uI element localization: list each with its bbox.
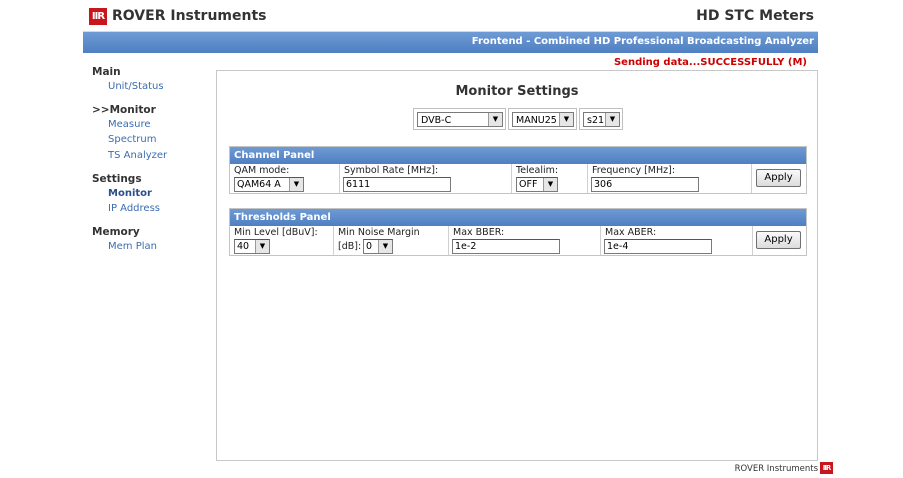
chevron-down-icon: ▼ [289,178,303,191]
max-bber-cell: Max BBER: 1e-2 [449,226,601,255]
channel-panel: Channel Panel QAM mode: QAM64 A ▼ Symbol… [229,146,807,194]
symbol-rate-label: Symbol Rate [MHz]: [344,165,439,176]
standard-select[interactable]: DVB-C ▼ [417,112,503,127]
top-header: IIR ROVER Instruments HD STC Meters [83,4,818,32]
chevron-down-icon: ▼ [605,113,619,126]
sidebar-item-spectrum[interactable]: Spectrum [108,134,156,145]
max-aber-label: Max ABER: [605,227,657,238]
memory-select[interactable]: MANU25 ▼ [512,112,574,127]
noise-margin-select[interactable]: 0 ▼ [363,239,393,254]
channel-panel-title: Channel Panel [230,147,806,164]
memory-select-box: MANU25 ▼ [508,108,577,130]
sidebar-item-ts-analyzer[interactable]: TS Analyzer [108,150,167,161]
brand-name: ROVER Instruments [112,8,267,24]
chevron-down-icon: ▼ [255,240,269,253]
min-level-label: Min Level [dBuV]: [234,227,318,238]
qam-label: QAM mode: [234,165,290,176]
footer-logo-icon: IIR [820,462,833,474]
frequency-input[interactable]: 306 [591,177,699,192]
rover-logo-icon: IIR [89,8,107,25]
app-window: IIR ROVER Instruments HD STC Meters Fron… [83,4,818,461]
chevron-down-icon: ▼ [559,113,573,126]
frequency-cell: Frequency [MHz]: 306 [588,164,752,193]
thresholds-panel: Thresholds Panel Min Level [dBuV]: 40 ▼ … [229,208,807,256]
footer-brand: ROVER Instruments [734,464,818,474]
noise-margin-label: Min Noise Margin [338,227,420,238]
product-name: HD STC Meters [696,8,814,24]
standard-select-value: DVB-C [421,115,452,126]
subtitle-bar: Frontend - Combined HD Professional Broa… [83,32,818,53]
sidebar-item-ip-address[interactable]: IP Address [108,203,160,214]
thresholds-panel-title: Thresholds Panel [230,209,806,226]
standard-select-box: DVB-C ▼ [413,108,506,130]
sidebar-item-measure[interactable]: Measure [108,119,151,130]
main-content: Monitor Settings DVB-C ▼ MANU25 ▼ s21 ▼ … [216,70,818,461]
min-level-select-value: 40 [237,241,250,252]
noise-margin-unit: [dB]: [338,241,362,252]
chevron-down-icon: ▼ [488,113,502,126]
min-level-select[interactable]: 40 ▼ [234,239,270,254]
chevron-down-icon: ▼ [543,178,557,191]
symbol-rate-cell: Symbol Rate [MHz]: 6111 [340,164,512,193]
sidebar-section-monitor[interactable]: >>Monitor [92,104,156,116]
telealim-label: Telealim: [516,165,559,176]
telealim-cell: Telealim: OFF ▼ [512,164,588,193]
status-message: Sending data...SUCCESSFULLY (M) [613,57,807,68]
sidebar-section-memory: Memory [92,226,140,238]
chevron-down-icon: ▼ [378,240,392,253]
qam-select-value: QAM64 A [237,179,281,190]
memory-select-value: MANU25 [516,115,557,126]
sidebar-item-mem-plan[interactable]: Mem Plan [108,241,157,252]
qam-select[interactable]: QAM64 A ▼ [234,177,304,192]
symbol-rate-input[interactable]: 6111 [343,177,451,192]
sidebar-section-main: Main [92,66,121,78]
min-level-cell: Min Level [dBuV]: 40 ▼ [230,226,334,255]
telealim-select[interactable]: OFF ▼ [516,177,558,192]
sidebar: Main Unit/Status >>Monitor Measure Spect… [83,64,216,460]
sidebar-item-monitor[interactable]: Monitor [108,188,152,199]
frequency-label: Frequency [MHz]: [592,165,676,176]
max-bber-input[interactable]: 1e-2 [452,239,560,254]
slot-select-value: s21 [587,115,605,126]
qam-cell: QAM mode: QAM64 A ▼ [230,164,340,193]
max-aber-input[interactable]: 1e-4 [604,239,712,254]
sidebar-section-settings: Settings [92,173,142,185]
channel-apply-button[interactable]: Apply [756,169,801,187]
sidebar-item-unit-status[interactable]: Unit/Status [108,81,164,92]
noise-margin-cell: Min Noise Margin [dB]: 0 ▼ [334,226,449,255]
noise-margin-select-value: 0 [366,241,373,252]
max-aber-cell: Max ABER: 1e-4 [601,226,753,255]
subtitle: Frontend - Combined HD Professional Broa… [471,36,814,47]
slot-select-box: s21 ▼ [579,108,623,130]
page-title: Monitor Settings [455,84,579,99]
max-bber-label: Max BBER: [453,227,505,238]
telealim-select-value: OFF [519,179,538,190]
thresholds-apply-button[interactable]: Apply [756,231,801,249]
slot-select[interactable]: s21 ▼ [583,112,620,127]
